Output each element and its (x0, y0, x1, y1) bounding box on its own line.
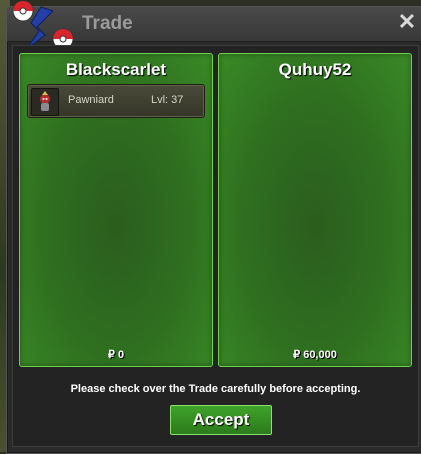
money-offer: ₽ 0 (107, 349, 125, 361)
partner-offer-panel: Quhuy52 ₽ 60,000 (218, 53, 412, 367)
money-offer: ₽ 60,000 (293, 349, 337, 361)
close-icon[interactable]: ✕ (396, 11, 418, 33)
trainer-name: Quhuy52 (278, 60, 352, 79)
title-bar[interactable]: Trade ✕ (7, 1, 421, 50)
accept-button[interactable]: Accept (170, 405, 272, 435)
window-title: Trade (82, 13, 133, 34)
my-offer-panel[interactable]: Blackscarlet Pawniard Lvl: 37 ₽ 0 (19, 53, 213, 367)
pawniard-sprite-icon (31, 88, 59, 116)
trade-content: Blackscarlet Pawniard Lvl: 37 ₽ 0 Quhuy5… (12, 45, 419, 447)
offered-pokemon-slot[interactable]: Pawniard Lvl: 37 (27, 84, 205, 118)
trainer-name: Blackscarlet (65, 60, 167, 79)
pokemon-name: Pawniard (68, 94, 114, 106)
trade-notice: Please check over the Trade carefully be… (70, 383, 361, 395)
pokemon-level: Lvl: 37 (151, 94, 184, 106)
trade-window: Trade ✕ Blackscarlet Pawniard Lvl: 37 ₽ … (6, 1, 421, 454)
